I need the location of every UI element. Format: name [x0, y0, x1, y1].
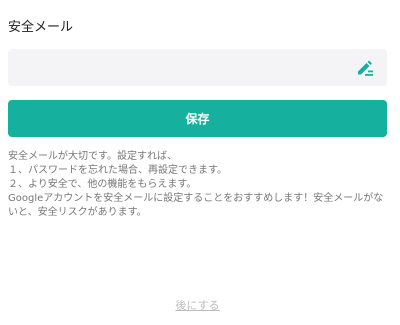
safe-email-page: 安全メール 保存 安全メールが大切です。設定すれば、 １、パスワードを忘れた場合…	[0, 0, 400, 325]
pencil-edit-icon[interactable]	[355, 58, 375, 78]
email-field-container	[8, 49, 387, 86]
save-button[interactable]: 保存	[8, 100, 387, 137]
description-text: 安全メールが大切です。設定すれば、 １、パスワードを忘れた場合、再設定できます。…	[8, 150, 392, 220]
email-field[interactable]	[8, 49, 358, 86]
description-line: 安全メールが大切です。設定すれば、	[8, 151, 177, 162]
description-line: １、パスワードを忘れた場合、再設定できます。	[8, 165, 227, 176]
later-link[interactable]: 後にする	[0, 297, 395, 313]
page-title: 安全メール	[8, 20, 74, 35]
description-line: Googleアカウントを安全メールに設定することをおすすめします！安全メールがな…	[8, 193, 384, 218]
description-line: ２、より安全で、他の機能をもらえます。	[8, 179, 197, 190]
